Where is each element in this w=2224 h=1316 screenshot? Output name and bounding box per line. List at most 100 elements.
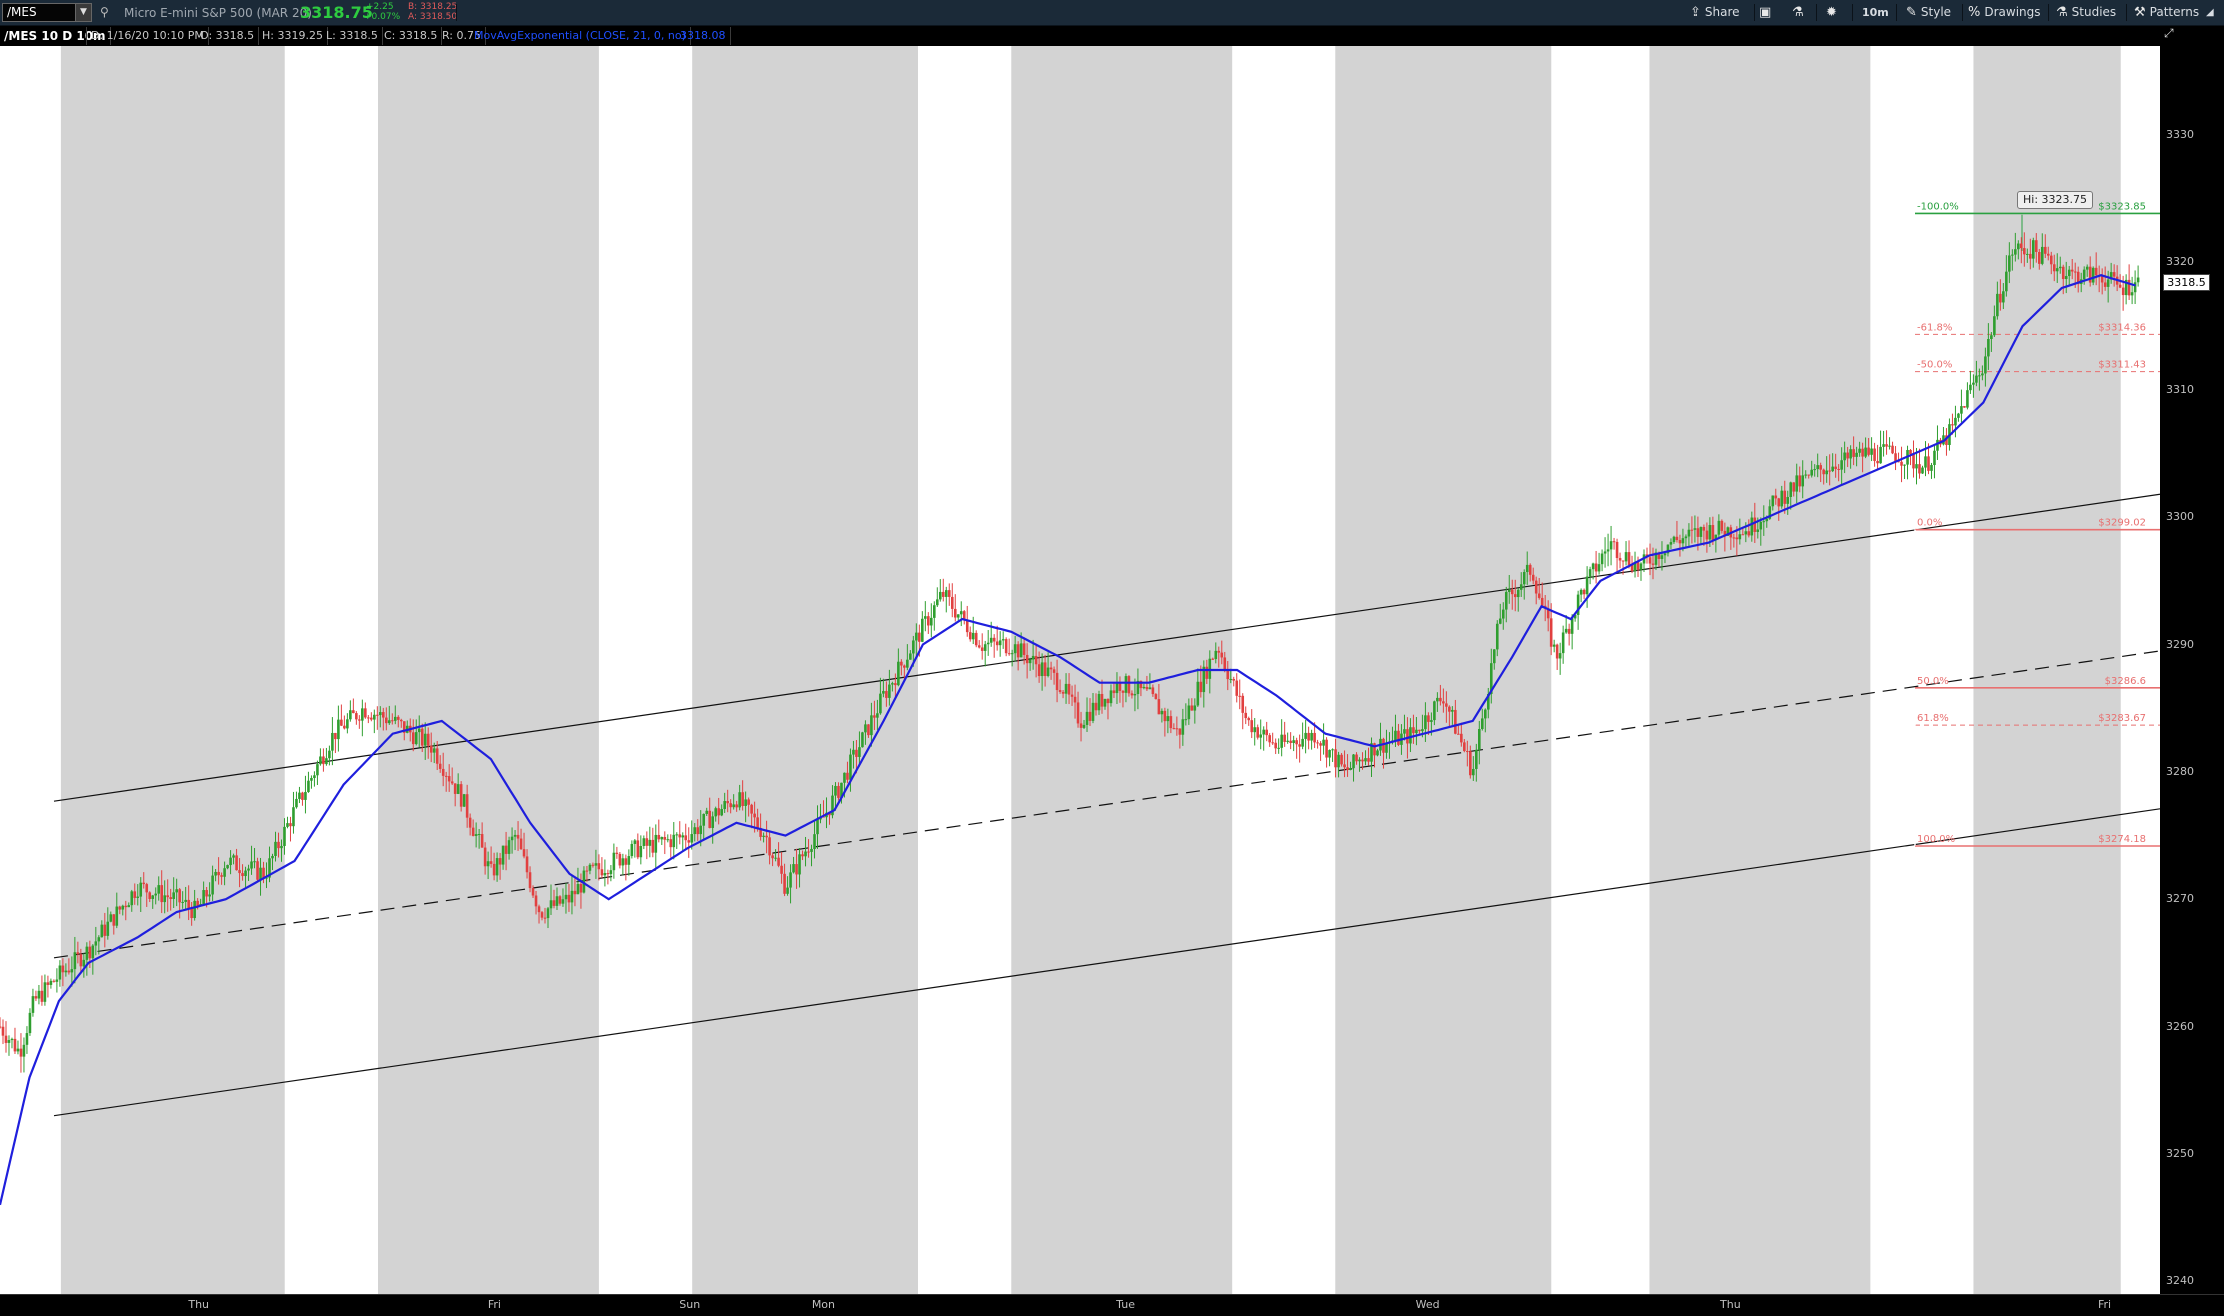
screenshot-button[interactable]: ▣ [1759, 4, 1775, 21]
candle-body [1322, 739, 1325, 746]
candle-body [495, 858, 499, 876]
candle-body [564, 894, 568, 900]
candle-body [10, 1038, 14, 1041]
candle-body [483, 847, 487, 867]
candle-body [1406, 729, 1409, 744]
candle-body [1112, 690, 1116, 694]
candle-body [531, 888, 535, 896]
candle-body [1250, 720, 1254, 733]
candle-body [352, 710, 355, 714]
fib-price-label: $3283.67 [2098, 713, 2146, 724]
candle-body [513, 834, 517, 837]
candle-body [1804, 474, 1808, 476]
candle-body [1421, 729, 1424, 732]
candle-body [1172, 728, 1176, 730]
price-tick-label: 3330 [2166, 128, 2194, 142]
candle-body [750, 804, 753, 814]
candle-body [1319, 743, 1322, 746]
candle-body [1301, 738, 1304, 747]
candle-body [1789, 482, 1793, 497]
candle-body [744, 799, 747, 806]
candle-body [1858, 448, 1861, 453]
candle-body [1756, 529, 1760, 532]
candle-body [82, 959, 86, 967]
candle-body [127, 905, 131, 908]
candle-body [717, 808, 720, 816]
candle-body [2005, 271, 2008, 292]
expand-icon[interactable]: ⤢ [2164, 26, 2174, 41]
candle-body [1591, 563, 1595, 570]
symbol-input[interactable]: /MES ▼ [2, 3, 92, 22]
candle-body [1870, 448, 1873, 455]
time-tick-label: Mon [811, 1298, 836, 1311]
more-arrow-icon[interactable]: ◢ [2206, 4, 2214, 21]
candle-body [133, 891, 137, 898]
candle-body [220, 875, 223, 877]
candle-body [1705, 530, 1709, 540]
candle-body [103, 924, 107, 936]
candle-body [256, 861, 259, 880]
patterns-button[interactable]: ⚒ Patterns [2134, 4, 2199, 21]
chevron-down-icon[interactable]: ▼ [75, 4, 91, 21]
candle-body [307, 780, 310, 792]
candle-body [1106, 698, 1110, 704]
study-label[interactable]: MovAvgExponential (CLOSE, 21, 0, no) [470, 27, 691, 45]
candle-body [968, 632, 972, 640]
candle-body [121, 905, 125, 910]
studies-button[interactable]: ⚗ Studies [2056, 4, 2116, 21]
candle-body [226, 865, 229, 869]
candle-body [947, 590, 951, 597]
candle-body [1936, 439, 1939, 451]
candle-body [67, 970, 71, 973]
candle-body [1082, 724, 1086, 728]
candle-body [1777, 498, 1781, 507]
flask-button[interactable]: ⚗ [1792, 4, 1808, 21]
price-axis[interactable]: 3330 3320 3310 3300 3290 3280 3270 3260 3250 3240 [2160, 46, 2224, 1294]
candle-body [1256, 727, 1260, 738]
candle-body [888, 684, 891, 698]
candle-body [930, 617, 933, 626]
share-button[interactable]: ⇪ Share [1690, 4, 1740, 21]
candle-body [1909, 449, 1912, 455]
candle-body [1340, 754, 1343, 765]
settings-button[interactable]: ✹ [1826, 4, 1841, 21]
candle-body [328, 750, 331, 759]
price-tick-label: 3300 [2166, 510, 2194, 524]
link-icon[interactable]: ⚲ [100, 5, 109, 19]
candle-body [1504, 591, 1508, 610]
time-axis[interactable]: Thu Fri Sun Mon Tue Wed Thu Fri [0, 1294, 2224, 1316]
time-tick-label: Tue [1116, 1298, 1135, 1311]
candle-body [810, 848, 813, 852]
candle-body [924, 616, 927, 619]
style-button[interactable]: ✎ Style [1906, 4, 1951, 21]
timeframe-button[interactable]: 10m [1862, 4, 1889, 21]
candle-body [804, 851, 807, 857]
candle-body [1993, 316, 1996, 336]
candle-body [1792, 482, 1796, 492]
candle-body [1076, 702, 1080, 724]
candle-body [259, 867, 262, 880]
candle-body [1615, 541, 1619, 558]
drawings-button[interactable]: % Drawings [1968, 4, 2041, 21]
candle-body [1304, 732, 1307, 739]
candle-body [112, 914, 116, 926]
candle-body [1672, 536, 1676, 543]
candle-body [376, 714, 379, 716]
candle-body [1876, 460, 1879, 464]
candle-body [1031, 655, 1035, 660]
candle-body [1286, 740, 1289, 742]
candle-body [795, 864, 798, 875]
price-chart[interactable]: -100.0% $3323.85 -61.8% $3314.36 -50.0% $3311… [0, 46, 2160, 1294]
candle-body [915, 632, 918, 641]
candle-body [1346, 767, 1349, 770]
candle-body [1361, 759, 1364, 762]
candle-body [34, 996, 38, 999]
candle-body [52, 980, 56, 982]
candle-body [660, 836, 664, 840]
candle-body [1498, 618, 1502, 624]
candle-body [1783, 490, 1787, 504]
candle-body [522, 849, 526, 857]
candle-body [1481, 718, 1484, 730]
candle-body [876, 713, 879, 718]
candle-body [1298, 744, 1301, 747]
